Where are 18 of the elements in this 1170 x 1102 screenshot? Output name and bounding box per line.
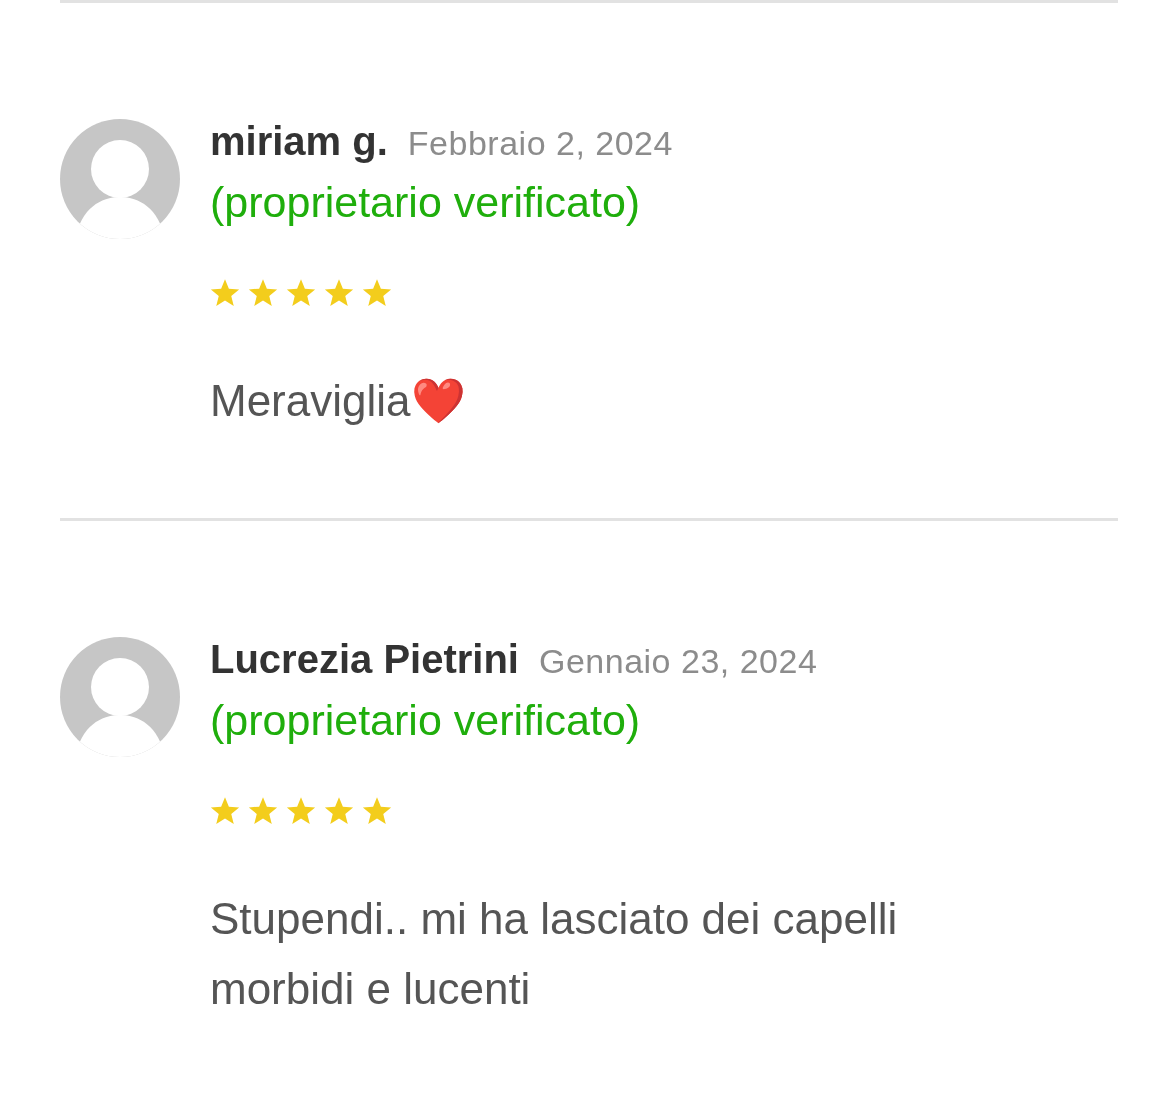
star-icon xyxy=(362,279,392,308)
star-icon xyxy=(248,797,278,826)
star-icon xyxy=(248,279,278,308)
star-icon xyxy=(324,797,354,826)
reviewer-name: Lucrezia Pietrini xyxy=(210,637,519,682)
star-icon xyxy=(324,279,354,308)
star-icon xyxy=(362,797,392,826)
star-icon xyxy=(286,797,316,826)
star-icon xyxy=(210,797,240,826)
verified-owner-label: (proprietario verificato) xyxy=(210,178,642,227)
reviewer-name: miriam g. xyxy=(210,119,388,164)
review-date: Febbraio 2, 2024 xyxy=(407,124,673,163)
verified-owner-label: (proprietario verificato) xyxy=(210,696,642,745)
star-icon xyxy=(286,279,316,308)
review-text: Stupendi.. mi ha lasciato dei capelli morbidi e lucenti xyxy=(210,893,899,1015)
review-date: Gennaio 23, 2024 xyxy=(539,642,818,681)
review-text: Meraviglia❤ xyxy=(210,375,467,427)
star-icon xyxy=(210,279,240,308)
